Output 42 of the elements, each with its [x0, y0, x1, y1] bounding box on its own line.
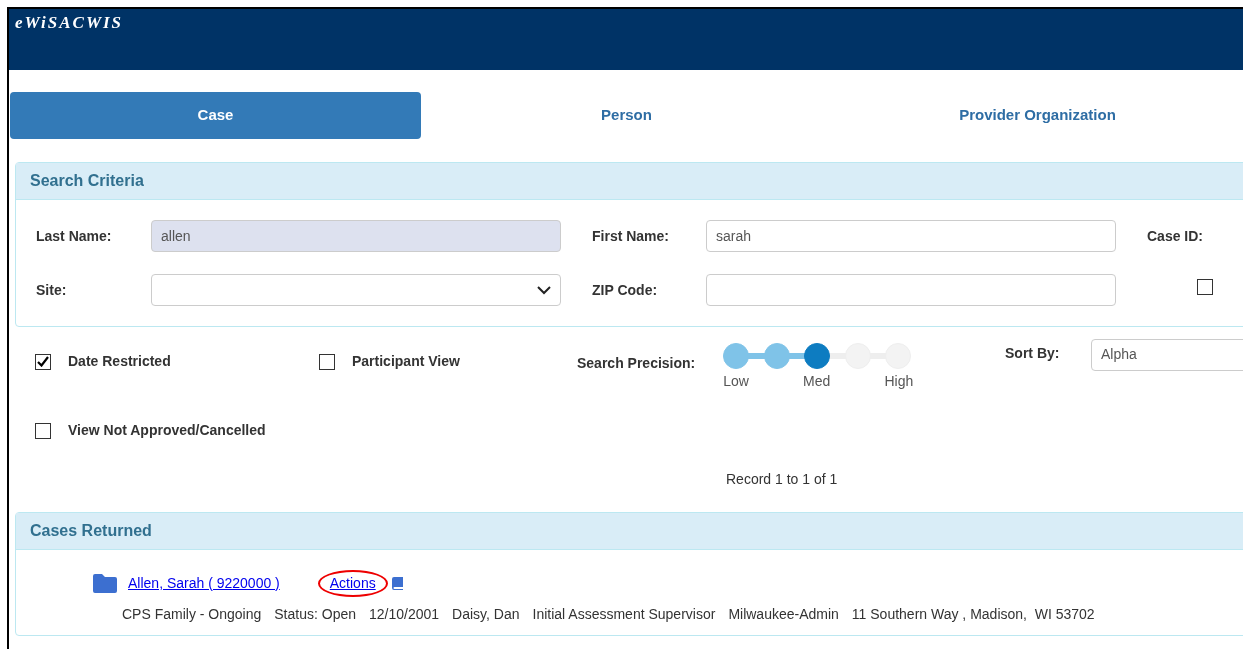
checkbox[interactable] [319, 353, 335, 370]
case-detail: Milwaukee-Admin [728, 605, 839, 624]
field-label: ZIP Code: [592, 280, 659, 300]
field-label: Sort By: [1005, 344, 1061, 363]
app-logo: eWiSACWIS [15, 13, 124, 32]
case-detail: 11 Southern Way , Madison, WI 53702 [851, 605, 1095, 624]
select-field[interactable] [151, 274, 561, 306]
tab[interactable]: Provider Organization [832, 92, 1243, 139]
chevron-down-icon [537, 285, 551, 295]
slider-tick-label: High [884, 372, 914, 391]
case-detail: CPS Family - Ongoing [122, 605, 262, 624]
option-label: Participant View [352, 352, 460, 371]
field-label: Last Name: [36, 226, 113, 246]
input-field[interactable] [706, 274, 1116, 306]
case-detail: 12/10/2001 [369, 605, 440, 624]
option-label: Date Restricted [68, 352, 171, 371]
case-detail: Initial Assessment Supervisor [532, 605, 716, 624]
field-label: First Name: [592, 226, 671, 246]
actions-link[interactable]: Actions [317, 570, 388, 597]
field-label: Case ID: [1147, 226, 1205, 246]
checkbox[interactable] [35, 422, 51, 439]
book-icon[interactable] [391, 577, 403, 590]
slider-tick-label: Med [803, 372, 831, 391]
folder-icon [93, 574, 117, 593]
panel-header: Cases Returned [16, 513, 1243, 550]
sort-field[interactable]: Alpha [1091, 339, 1243, 371]
checkbox[interactable] [35, 353, 51, 370]
input-field[interactable]: allen [151, 220, 561, 252]
tab[interactable]: Person [421, 92, 832, 139]
case-link[interactable]: Allen, Sarah ( 9220000 ) [128, 573, 280, 594]
field-label: Site: [36, 280, 68, 300]
panel-header: Search Criteria [16, 163, 1243, 200]
tab[interactable]: Case [10, 92, 421, 139]
option-label: View Not Approved/Cancelled [68, 421, 266, 440]
record-count: Record 1 to 1 of 1 [726, 471, 838, 487]
field-label: Search Precision: [577, 354, 696, 373]
precision-slider[interactable] [723, 343, 912, 369]
checkbox[interactable] [1197, 279, 1213, 295]
case-detail: Status: Open [274, 605, 356, 624]
input-field[interactable]: sarah [706, 220, 1116, 252]
case-detail: Daisy, Dan [452, 605, 520, 624]
slider-tick-label: Low [723, 372, 749, 391]
